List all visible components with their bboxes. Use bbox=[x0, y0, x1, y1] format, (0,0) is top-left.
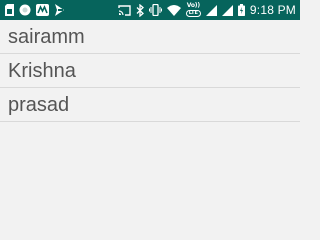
status-bar: Vo)) LTE 9:18 PM bbox=[0, 0, 300, 20]
signal-icon bbox=[205, 4, 217, 16]
signal-icon bbox=[221, 4, 233, 16]
arrow-notification-icon bbox=[54, 4, 65, 16]
list-item[interactable]: sairamm bbox=[0, 20, 300, 54]
vibrate-icon bbox=[148, 4, 162, 16]
list-item[interactable]: prasad bbox=[0, 88, 300, 122]
status-bar-notifications bbox=[5, 0, 70, 20]
mail-app-icon bbox=[36, 4, 49, 16]
lte-label: LTE bbox=[185, 10, 201, 17]
bluetooth-icon bbox=[136, 3, 144, 17]
list-item-label: Krishna bbox=[8, 59, 76, 82]
volte-label: Vo)) bbox=[186, 2, 200, 9]
cast-icon bbox=[118, 4, 131, 16]
list-item-label: prasad bbox=[8, 93, 70, 116]
status-bar-system: Vo)) LTE 9:18 PM bbox=[113, 0, 296, 20]
sim-card-icon bbox=[5, 4, 14, 16]
name-list: sairamm Krishna prasad bbox=[0, 20, 300, 122]
wifi-icon bbox=[166, 4, 181, 16]
status-time: 9:18 PM bbox=[249, 3, 296, 17]
list-item[interactable]: Krishna bbox=[0, 54, 300, 88]
circle-notification-icon bbox=[19, 4, 31, 16]
volte-lte-icon: Vo)) LTE bbox=[185, 2, 201, 18]
battery-charging-icon bbox=[237, 4, 245, 16]
list-item-label: sairamm bbox=[8, 25, 85, 48]
